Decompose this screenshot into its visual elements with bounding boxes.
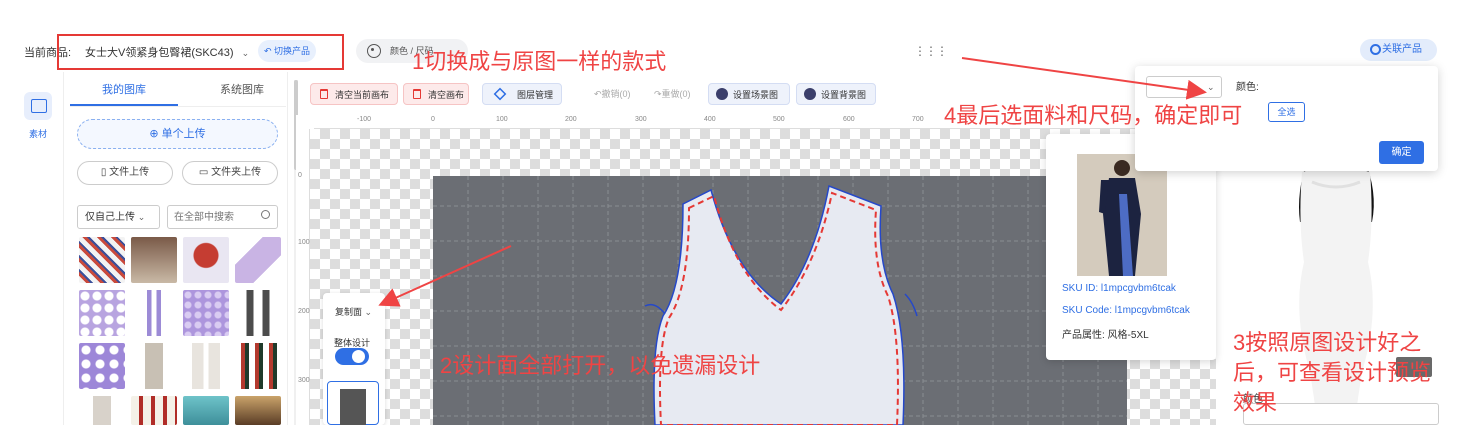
annotation-step1: 1切换成与原图一样的款式 [412,49,667,74]
arrow-to-fabric-select [961,57,1207,100]
annotation-step3-line3: 效果 [1233,390,1278,415]
annotation-step2: 2设计面全部打开，以免遗漏设计 [440,353,761,378]
annotation-step4: 4最后选面料和尺码，确定即可 [944,103,1243,128]
arrow-to-copy-face [378,245,512,307]
annotation-step3-line1: 3按照原图设计好之 [1233,330,1422,355]
annotation-step3: 3按照原图设计好之 后，可查看设计预览 效果 [1233,328,1431,418]
annotation-step3-line2: 后，可查看设计预览 [1233,360,1432,385]
